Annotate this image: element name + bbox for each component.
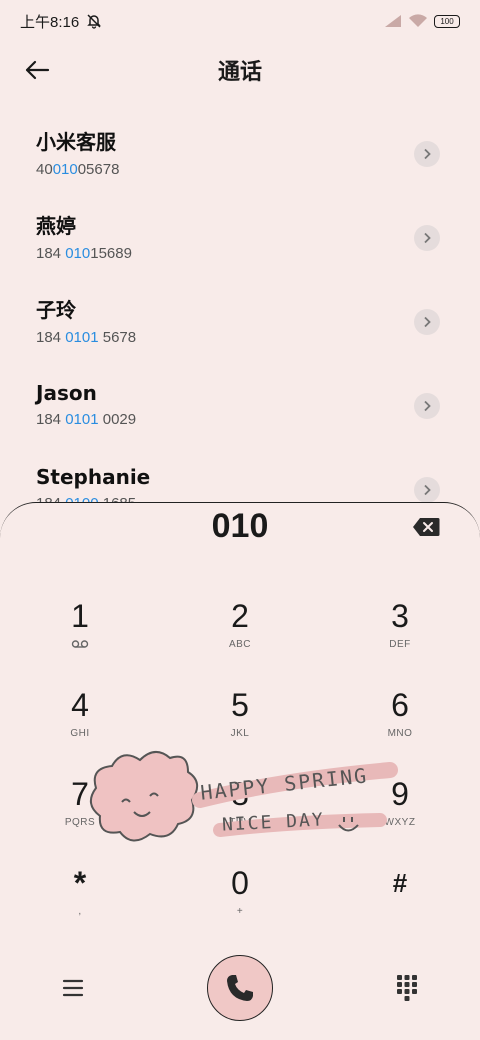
key-3[interactable]: 3 DEF: [320, 597, 480, 686]
phone-icon: [227, 975, 253, 1001]
signal-icon: [385, 15, 401, 27]
number-suffix: 0029: [98, 410, 137, 428]
back-arrow-icon: [25, 60, 50, 80]
status-time: 上午8:16: [20, 13, 80, 31]
contact-name: 小米客服: [36, 130, 116, 154]
number-suffix: 05678: [77, 161, 120, 178]
keypad-icon[interactable]: [394, 973, 420, 1003]
chevron-right-icon: [424, 148, 431, 160]
contact-name: 子玲: [36, 298, 76, 322]
contact-name: Jason: [36, 380, 97, 405]
contact-number: 184 01015689: [36, 245, 132, 262]
header: 通话: [0, 46, 480, 94]
status-bar: 上午8:16 100: [0, 0, 480, 42]
key-6[interactable]: 6 MNO: [320, 686, 480, 775]
number-prefix: 184: [36, 410, 66, 428]
status-icons: 100: [384, 14, 460, 28]
number-suffix: 5678: [98, 329, 137, 346]
key-letters: PQRS: [64, 817, 96, 828]
key-9[interactable]: 9 WXYZ: [320, 775, 480, 864]
contact-item[interactable]: Jason 184 0101 0029: [0, 362, 480, 446]
key-7[interactable]: 7 PQRS: [0, 775, 160, 864]
dial-input[interactable]: 010: [0, 507, 480, 546]
contact-number: 184 0101 5678: [36, 329, 136, 346]
contact-detail-button[interactable]: [414, 225, 440, 251]
key-0[interactable]: 0 +: [160, 864, 320, 953]
key-letters: WXYZ: [384, 817, 416, 828]
number-match: 0101: [65, 410, 99, 428]
number-match: 010: [65, 245, 91, 262]
key-digit: 5: [231, 687, 249, 723]
key-digit: *: [73, 865, 87, 901]
wifi-icon: [409, 14, 427, 27]
battery-level: 100: [440, 16, 454, 26]
key-digit: 0: [231, 865, 249, 901]
key-digit: 9: [391, 776, 409, 812]
battery-icon: 100: [434, 14, 460, 28]
number-prefix: 184: [36, 245, 66, 262]
contact-item[interactable]: 小米客服 4001005678: [0, 110, 480, 194]
contact-detail-button[interactable]: [414, 393, 440, 419]
key-digit: 6: [391, 687, 409, 723]
back-button[interactable]: [24, 54, 64, 86]
call-button[interactable]: [207, 955, 273, 1021]
key-letters: +: [236, 906, 244, 917]
page-title: 通话: [217, 60, 262, 85]
number-suffix: 15689: [90, 245, 132, 262]
status-time-group: 上午8:16: [20, 11, 103, 32]
dialer-panel: 010 1 2 ABC 3 DEF 4 GHI 5 JKL 6 MNO 7 PQ…: [0, 502, 480, 1040]
number-prefix: 40: [36, 161, 53, 178]
contact-name: Stephanie: [36, 464, 151, 489]
contact-list: 小米客服 4001005678 燕婷 184 01015689 子玲 184 0…: [0, 110, 480, 530]
key-letters: DEF: [389, 639, 411, 650]
contact-detail-button[interactable]: [414, 477, 440, 503]
key-digit: 7: [71, 776, 89, 812]
key-4[interactable]: 4 GHI: [0, 686, 160, 775]
mute-bell-icon: [87, 14, 102, 29]
menu-icon[interactable]: [60, 975, 86, 1001]
key-letters: GHI: [70, 728, 90, 739]
key-digit: 2: [231, 598, 249, 634]
key-letters: ABC: [228, 639, 252, 650]
key-letters: ,: [78, 906, 82, 917]
backspace-icon[interactable]: [412, 517, 440, 537]
dialer-bottom-bar: [0, 955, 480, 1025]
key-digit: 8: [231, 776, 249, 812]
contact-item[interactable]: 燕婷 184 01015689: [0, 194, 480, 278]
contact-info: 小米客服 4001005678: [36, 126, 119, 178]
contact-detail-button[interactable]: [414, 309, 440, 335]
key-digit: #: [392, 868, 408, 898]
voicemail-icon: [71, 639, 89, 651]
key-5[interactable]: 5 JKL: [160, 686, 320, 775]
key-digit: 4: [71, 687, 89, 723]
contact-name: 燕婷: [36, 214, 76, 238]
chevron-right-icon: [424, 484, 431, 496]
contact-number: 184 0101 0029: [36, 411, 136, 428]
number-match: 010: [52, 161, 78, 178]
key-2[interactable]: 2 ABC: [160, 597, 320, 686]
chevron-right-icon: [424, 400, 431, 412]
chevron-right-icon: [424, 232, 431, 244]
contact-item[interactable]: 子玲 184 0101 5678: [0, 278, 480, 362]
key-digit: 3: [391, 598, 409, 634]
contact-info: 子玲 184 0101 5678: [36, 294, 136, 346]
contact-number: 4001005678: [36, 161, 119, 178]
contact-info: Jason 184 0101 0029: [36, 381, 136, 428]
keypad: 1 2 ABC 3 DEF 4 GHI 5 JKL 6 MNO 7 PQRS 8…: [0, 597, 480, 953]
key-letters: JKL: [230, 728, 250, 739]
key-digit: 1: [71, 598, 89, 634]
contact-info: 燕婷 184 01015689: [36, 210, 132, 262]
number-match: 0101: [65, 329, 99, 346]
chevron-right-icon: [424, 316, 431, 328]
number-prefix: 184: [36, 329, 66, 346]
key-1[interactable]: 1: [0, 597, 160, 686]
key-star[interactable]: * ,: [0, 864, 160, 953]
key-letters: TUV: [229, 817, 251, 828]
key-hash[interactable]: #: [320, 864, 480, 953]
key-8[interactable]: 8 TUV: [160, 775, 320, 864]
contact-detail-button[interactable]: [414, 141, 440, 167]
key-letters: MNO: [387, 728, 413, 739]
